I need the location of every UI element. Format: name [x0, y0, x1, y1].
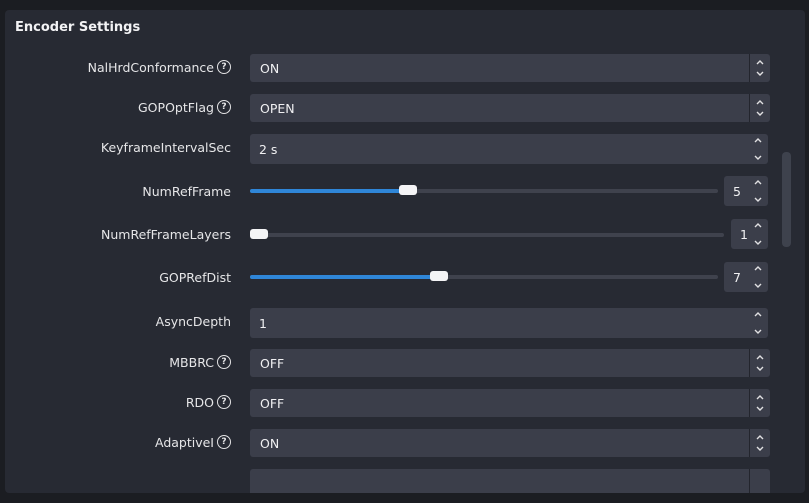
spinbox-buttons	[752, 264, 764, 290]
help-icon[interactable]: ?	[217, 435, 231, 449]
setting-label-text: KeyframeIntervalSec	[100, 139, 231, 155]
setting-label-text: AsyncDepth	[155, 313, 231, 329]
setting-label: NumRefFrameLayers	[101, 219, 231, 249]
help-icon[interactable]: ?	[217, 100, 231, 114]
increment-chevron-icon[interactable]	[753, 136, 763, 146]
setting-label-text: RDO	[185, 394, 214, 410]
spinbox-buttons	[752, 136, 764, 162]
slider-fill	[250, 189, 408, 193]
numrefframe-slider[interactable]	[250, 185, 718, 195]
numrefframelayers-spinbox[interactable]: 1	[731, 219, 768, 249]
slider-handle[interactable]	[430, 271, 448, 281]
setting-label: AsyncDepth	[156, 306, 231, 336]
increment-chevron-icon[interactable]	[753, 264, 763, 274]
setting-row-asyncdepth: AsyncDepth 1	[5, 306, 785, 338]
setting-label-text: NumRefFrameLayers	[101, 226, 231, 242]
asyncdepth-spinbox[interactable]: 1	[250, 308, 768, 338]
help-icon[interactable]: ?	[217, 355, 231, 369]
decrement-chevron-icon[interactable]	[753, 194, 763, 204]
setting-row-gopoptflag: GOPOptFlag ? OPEN	[5, 92, 785, 122]
dropdown-value: ON	[260, 435, 280, 451]
setting-row-adaptivei: AdaptiveI ? ON	[5, 427, 785, 457]
panel-title: Encoder Settings	[15, 20, 141, 35]
nalhrdconformance-dropdown[interactable]: ON	[250, 54, 770, 82]
help-icon[interactable]: ?	[217, 60, 231, 74]
setting-label: MBBRC ?	[169, 347, 231, 377]
partial-dropdown[interactable]	[250, 469, 770, 493]
spinbox-value: 2 s	[259, 141, 278, 157]
setting-row-numrefframe: NumRefFrame 5	[5, 176, 785, 206]
setting-row-numrefframelayers: NumRefFrameLayers 1	[5, 219, 785, 249]
updown-chevron-icon	[749, 94, 770, 122]
spinbox-value: 1	[259, 315, 267, 331]
decrement-chevron-icon[interactable]	[753, 280, 763, 290]
spinbox-buttons	[752, 178, 764, 204]
dropdown-value: OFF	[260, 355, 285, 371]
setting-row-nalhrdconformance: NalHrdConformance ? ON	[5, 52, 785, 82]
rdo-dropdown[interactable]: OFF	[250, 389, 770, 417]
numrefframelayers-slider[interactable]	[250, 229, 724, 239]
slider-fill	[250, 275, 439, 279]
adaptivei-dropdown[interactable]: ON	[250, 429, 770, 457]
mbbrc-dropdown[interactable]: OFF	[250, 349, 770, 377]
slider-handle[interactable]	[250, 229, 268, 239]
decrement-chevron-icon[interactable]	[753, 326, 763, 336]
decrement-chevron-icon[interactable]	[753, 237, 763, 247]
setting-label: GOPOptFlag ?	[138, 92, 231, 122]
decrement-chevron-icon[interactable]	[753, 152, 763, 162]
setting-label: RDO ?	[186, 387, 231, 417]
encoder-settings-panel: Encoder Settings NalHrdConformance ? ON …	[5, 10, 805, 493]
updown-chevron-icon	[749, 54, 770, 82]
setting-label: KeyframeIntervalSec	[101, 132, 231, 162]
setting-label-text: GOPRefDist	[159, 269, 231, 285]
increment-chevron-icon[interactable]	[753, 221, 763, 231]
setting-row-rdo: RDO ? OFF	[5, 387, 785, 417]
increment-chevron-icon[interactable]	[753, 310, 763, 320]
spinbox-value: 7	[733, 269, 741, 285]
dropdown-value: OPEN	[260, 100, 295, 116]
setting-label-text: NalHrdConformance	[87, 59, 214, 75]
updown-chevron-icon	[749, 469, 770, 493]
setting-row-goprefdist: GOPRefDist 7	[5, 262, 785, 292]
keyframeintervalsec-spinbox[interactable]: 2 s	[250, 134, 768, 164]
gopoptflag-dropdown[interactable]: OPEN	[250, 94, 770, 122]
goprefdist-spinbox[interactable]: 7	[724, 262, 768, 292]
updown-chevron-icon	[749, 429, 770, 457]
dropdown-value: ON	[260, 60, 280, 76]
setting-label-text: AdaptiveI	[154, 434, 214, 450]
setting-label: NumRefFrame	[142, 176, 231, 206]
spinbox-value: 1	[740, 226, 748, 242]
setting-row-mbbrc: MBBRC ? OFF	[5, 347, 785, 377]
setting-label: GOPRefDist	[159, 262, 231, 292]
numrefframe-spinbox[interactable]: 5	[724, 176, 768, 206]
setting-label-text: NumRefFrame	[142, 183, 231, 199]
updown-chevron-icon	[749, 349, 770, 377]
setting-label: NalHrdConformance ?	[88, 52, 231, 82]
help-icon[interactable]: ?	[217, 395, 231, 409]
setting-label-text: GOPOptFlag	[138, 99, 214, 115]
slider-handle[interactable]	[399, 185, 417, 195]
setting-row-partial	[5, 467, 785, 493]
setting-row-keyframeintervalsec: KeyframeIntervalSec 2 s	[5, 132, 785, 164]
spinbox-value: 5	[733, 183, 741, 199]
setting-label: AdaptiveI ?	[155, 427, 231, 457]
vertical-scrollbar[interactable]	[782, 152, 791, 247]
updown-chevron-icon	[749, 389, 770, 417]
goprefdist-slider[interactable]	[250, 271, 718, 281]
setting-label-text: MBBRC	[169, 354, 214, 370]
increment-chevron-icon[interactable]	[753, 178, 763, 188]
spinbox-buttons	[752, 310, 764, 336]
dropdown-value: OFF	[260, 395, 285, 411]
spinbox-buttons	[752, 221, 764, 247]
